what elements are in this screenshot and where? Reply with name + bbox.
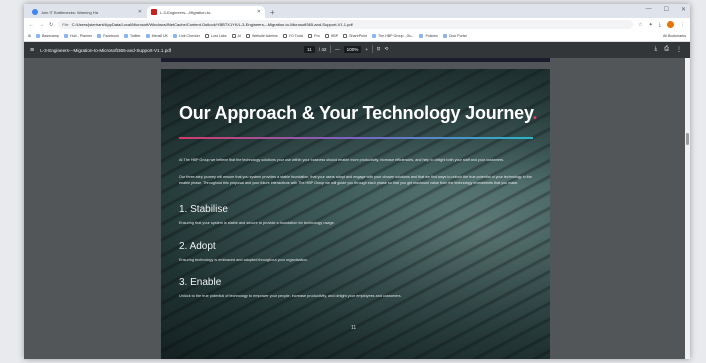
menu-kebab-icon[interactable]: ⋮ [680,22,685,28]
bookmark-item[interactable]: Mensil UK [145,34,168,38]
step-heading-stabilise: 1. Stabilise [179,204,228,215]
pdf-actions: ⤓ ⎙ ⋮ [655,46,682,53]
step-text-stabilise: Ensuring that your system is stable and … [179,221,335,225]
bookmark-icon [97,34,102,38]
vertical-scrollbar[interactable] [685,58,690,359]
step-text-enable: Unlock to the true potential of technolo… [179,294,402,298]
site-favicon-icon [32,9,38,15]
pdf-filename: L-3-Engineers---Migration-to-Microsoft36… [40,47,172,53]
reload-icon[interactable]: ↻ [49,22,53,28]
tab-label: Join IT Bottlenecks: Warning Ha [41,9,98,15]
page-title: Our Approach & Your Technology Journey. [179,103,538,123]
bookmark-item[interactable]: Policies [419,34,438,38]
close-tab-icon[interactable]: ✕ [138,9,142,15]
journey-paragraph: Our three-step journey will ensure that … [179,175,532,185]
tab-join-it[interactable]: Join IT Bottlenecks: Warning Ha ✕ [28,6,146,18]
bookmark-item[interactable]: Website Admins [245,34,278,38]
browser-window: Join IT Bottlenecks: Warning Ha ✕ L-3-En… [24,4,690,359]
folder-icon [231,34,236,38]
bookmark-item[interactable]: SharePoint [343,34,367,38]
page-number: 11 [351,325,357,331]
bookmark-item[interactable]: The HBP Group - Gu... [371,34,414,38]
step-heading-enable: 3. Enable [179,277,222,288]
page-content: Our Approach & Your Technology Journey. … [161,69,550,359]
print-icon[interactable]: ⎙ [664,46,669,53]
bookmarks-bar: ⊞ Basecamp Hub - Planner Facebook Twitte… [24,31,690,42]
step-text-adopt: Ensuring technology is embraced and adop… [179,258,308,262]
close-window-icon[interactable]: ✕ [681,6,686,13]
maximize-icon[interactable]: ☐ [664,6,669,13]
minimize-icon[interactable]: — [646,6,652,13]
bookmark-item[interactable]: AI [231,34,241,38]
bookmark-icon [123,34,128,38]
folder-icon [204,34,209,38]
zoom-in-button[interactable]: + [365,47,368,52]
folder-icon [245,34,250,38]
tab-label: L-3-Engineers---Migration-to- [160,9,212,15]
divider [372,45,373,53]
download-icon[interactable]: ⤓ [655,46,658,53]
page-total: / 42 [318,46,327,52]
folder-icon [308,34,313,38]
page-number-input[interactable]: 11 [304,45,315,53]
bookmark-item[interactable]: Hub - Planner [64,34,92,38]
forward-icon[interactable]: → [39,22,44,28]
gradient-rule [179,137,533,139]
bookmark-icon [371,34,376,38]
toolbar-actions: ☆ ✦ ⤓ ⋮ [638,21,685,28]
window-controls: — ☐ ✕ [646,6,686,13]
tab-pdf[interactable]: L-3-Engineers---Migration-to- ✕ [147,6,265,18]
all-bookmarks-button[interactable]: All Bookmarks [661,34,686,38]
bookmark-icon [172,34,177,38]
address-bar[interactable]: File C:/Users/jsterhant/AppData/Local/Mi… [58,20,634,29]
folder-icon [324,34,329,38]
folder-icon [343,34,348,38]
fit-page-icon[interactable]: ⊡ [377,46,381,52]
download-icon[interactable]: ⤓ [659,22,661,28]
apps-grid-icon[interactable]: ⊞ [28,34,31,38]
title-dot: . [532,103,538,123]
bookmark-item[interactable]: HBP [324,34,338,38]
bookmark-icon [145,34,150,38]
new-tab-button[interactable]: + [266,8,279,18]
pdf-viewer-area[interactable]: Our Approach & Your Technology Journey. … [24,58,690,359]
extensions-icon[interactable]: ✦ [649,22,653,28]
intro-paragraph: At The HBP Group we believe that the tec… [179,158,505,162]
bookmark-item[interactable]: Lost Labs [204,34,227,38]
step-heading-adopt: 2. Adopt [179,241,216,252]
bookmark-item[interactable]: Link Checker [172,34,200,38]
close-tab-icon[interactable]: ✕ [257,9,261,15]
previous-page-edge [161,58,550,62]
rotate-icon[interactable]: ⟲ [385,46,389,52]
address-toolbar: ← → ↻ File C:/Users/jsterhant/AppData/Lo… [24,18,690,31]
bookmark-item[interactable]: Twitter [123,34,141,38]
bookmark-icon [64,34,68,38]
bookmark-item[interactable]: Facebook [97,34,119,38]
bookmark-star-icon[interactable]: ☆ [638,22,642,28]
bookmark-item[interactable]: YO Tools [282,34,303,38]
profile-avatar[interactable] [667,21,674,28]
url-text: C:/Users/jsterhant/AppData/Local/Microso… [71,22,353,27]
pdf-favicon-icon [151,9,157,15]
bookmark-icon [36,34,41,38]
pdf-toolbar: ≡ L-3-Engineers---Migration-to-Microsoft… [24,42,690,58]
hamburger-menu-icon[interactable]: ≡ [30,47,34,54]
divider [330,45,332,53]
pdf-page-controls: 11 / 42 — 100% + ⊡ ⟲ [304,45,388,53]
bookmark-icon [419,34,424,38]
folder-icon [282,34,287,38]
bookmark-item[interactable]: Basecamp [36,34,59,38]
pdf-page: Our Approach & Your Technology Journey. … [161,69,550,359]
zoom-level-input[interactable]: 100% [343,45,362,53]
tab-strip: Join IT Bottlenecks: Warning Ha ✕ L-3-En… [24,4,690,18]
bookmark-item[interactable]: Pro [308,34,320,38]
back-icon[interactable]: ← [29,22,34,28]
bookmark-icon [442,34,447,38]
bookmark-item[interactable]: Club Portal [442,34,467,38]
zoom-out-button[interactable]: — [335,47,340,52]
file-scheme-label: File [62,22,69,27]
more-options-icon[interactable]: ⋮ [676,46,682,53]
scrollbar-thumb[interactable] [686,133,689,145]
